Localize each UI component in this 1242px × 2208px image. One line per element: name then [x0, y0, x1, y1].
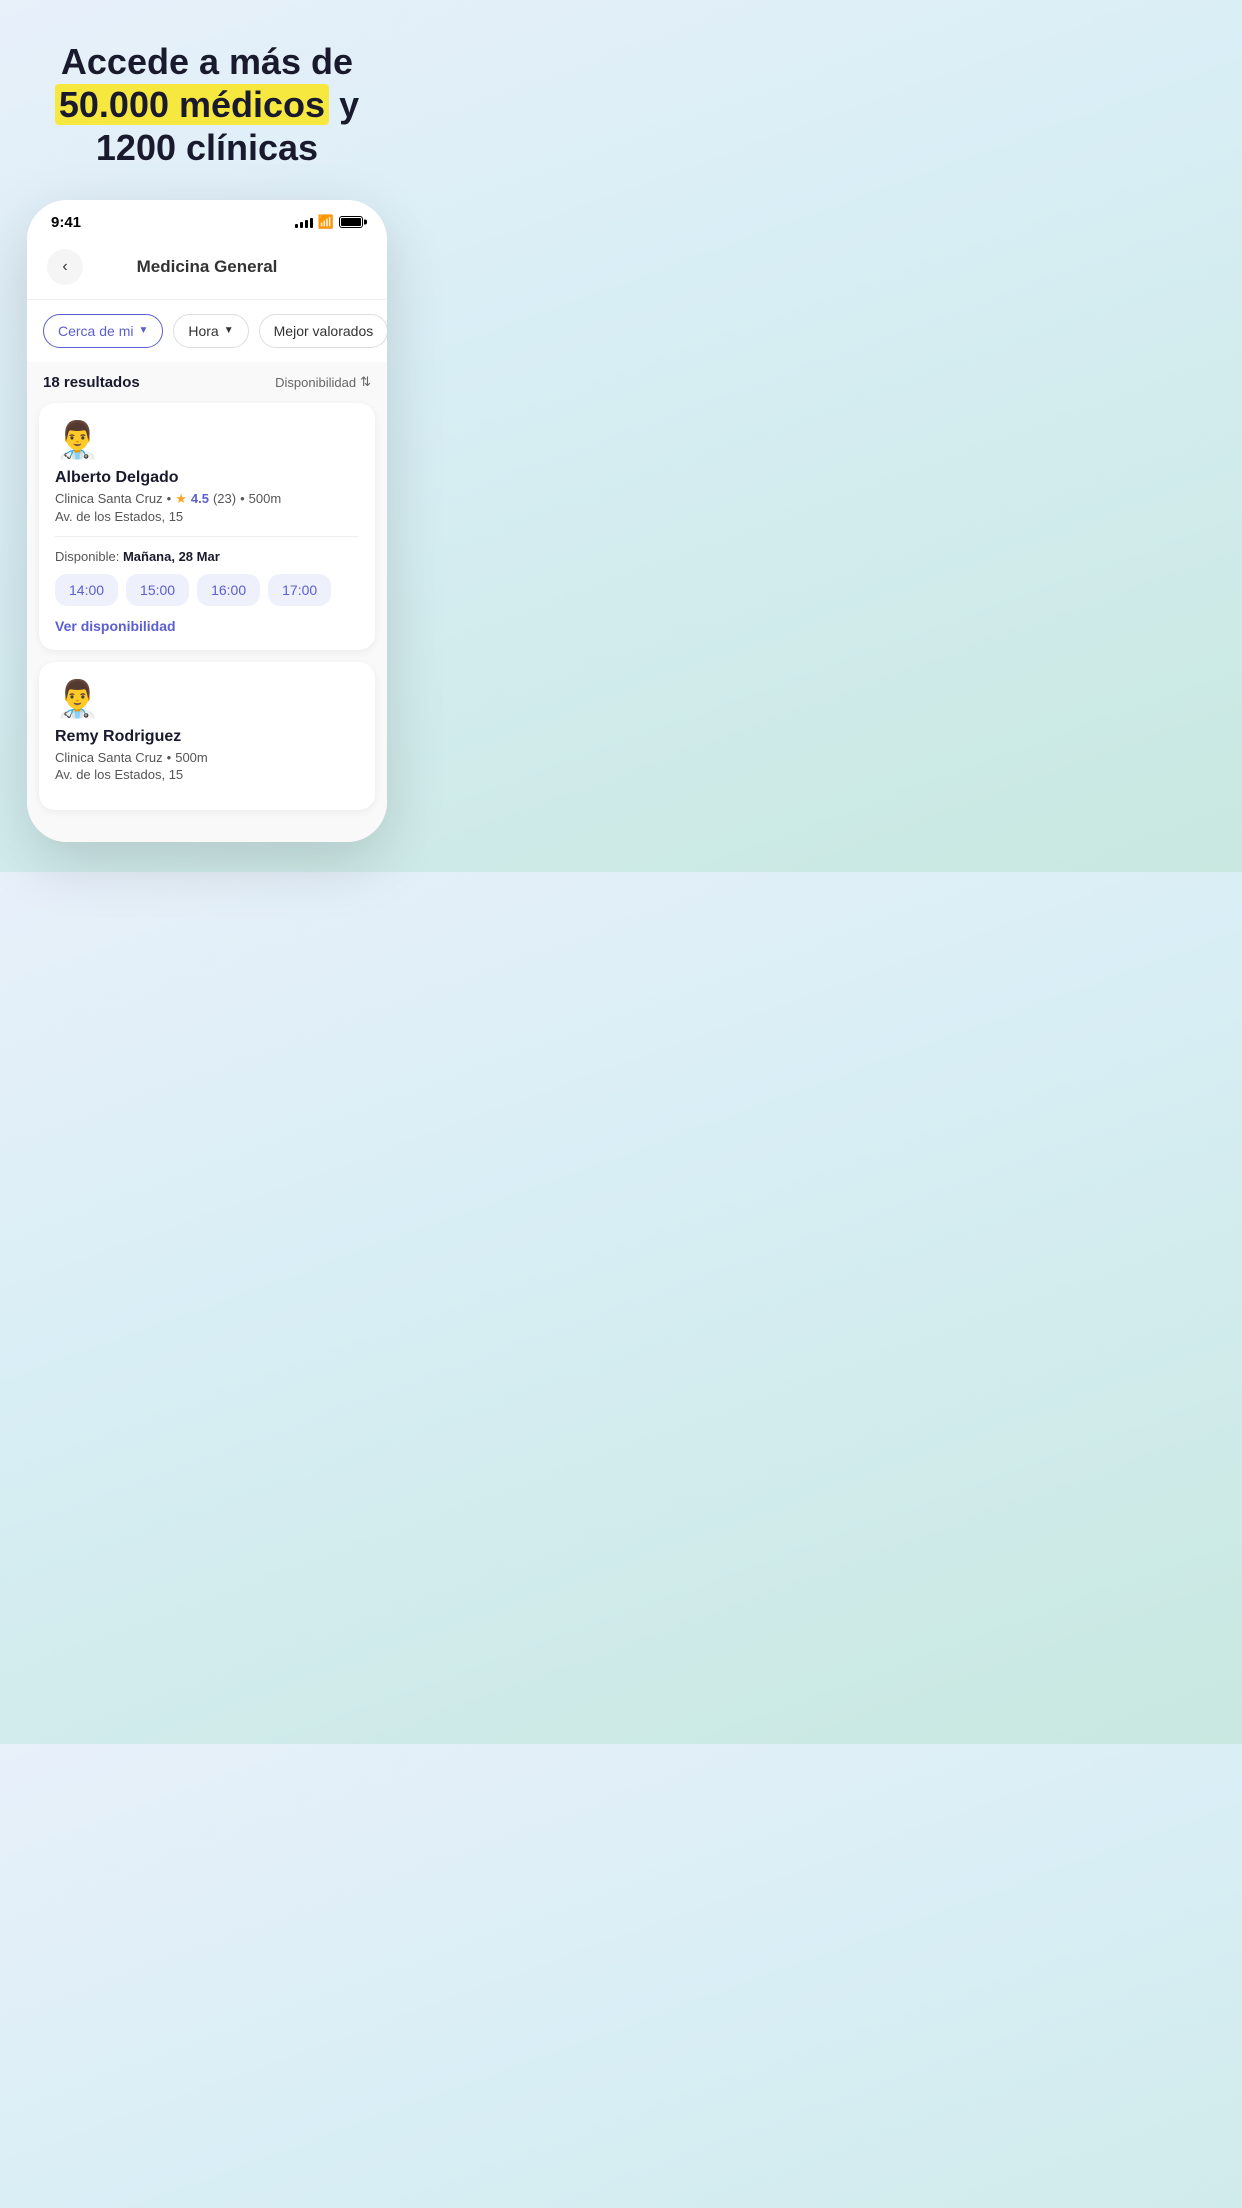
results-count: 18 resultados: [43, 374, 140, 391]
doctor-0-time-slots: 14:00 15:00 16:00 17:00: [55, 574, 359, 606]
doctor-0-disponible-date: Mañana, 28 Mar: [123, 549, 220, 564]
hero-title: Accede a más de 50.000 médicos y 1200 cl…: [20, 40, 394, 170]
doctor-0-avatar: 👨‍⚕️: [55, 419, 359, 461]
back-arrow-icon: ‹: [62, 258, 67, 276]
hero-line1: Accede a más de: [61, 41, 353, 82]
filter-mejor-valorados[interactable]: Mejor valorados: [259, 314, 387, 348]
doctor-1-meta: Clinica Santa Cruz • 500m: [55, 750, 359, 765]
filter-hora-arrow-icon: ▼: [224, 325, 234, 336]
sort-label: Disponibilidad: [275, 375, 356, 390]
doctor-1-name: Remy Rodriguez: [55, 728, 359, 746]
phone-mockup: 9:41 📶 ‹ Medicina General Cerca de mi ▼: [27, 200, 387, 842]
doctor-card-1[interactable]: 👨‍⚕️ Remy Rodriguez Clinica Santa Cruz •…: [39, 662, 375, 810]
doctor-1-address: Av. de los Estados, 15: [55, 767, 359, 782]
time-slot-1400[interactable]: 14:00: [55, 574, 118, 606]
nav-title: Medicina General: [83, 257, 331, 277]
doctor-1-avatar: 👨‍⚕️: [55, 678, 359, 720]
filter-cerca-arrow-icon: ▼: [138, 325, 148, 336]
filter-cerca-label: Cerca de mi: [58, 323, 133, 339]
doctor-0-address: Av. de los Estados, 15: [55, 509, 359, 524]
hero-highlight: 50.000 médicos: [55, 84, 329, 125]
doctor-0-clinic: Clinica Santa Cruz: [55, 491, 163, 506]
doctor-0-distance: 500m: [249, 491, 282, 506]
doctor-0-name: Alberto Delgado: [55, 469, 359, 487]
doctor-card-0[interactable]: 👨‍⚕️ Alberto Delgado Clinica Santa Cruz …: [39, 403, 375, 650]
doctor-1-distance: 500m: [175, 750, 208, 765]
cards-container: 👨‍⚕️ Alberto Delgado Clinica Santa Cruz …: [27, 399, 387, 842]
status-bar: 9:41 📶: [27, 200, 387, 239]
time-slot-1600[interactable]: 16:00: [197, 574, 260, 606]
hero-line3: 1200 clínicas: [96, 127, 318, 168]
wifi-icon: 📶: [318, 214, 334, 230]
doctor-0-meta: Clinica Santa Cruz • ★4.5 (23) • 500m: [55, 491, 359, 507]
filter-hora-label: Hora: [188, 323, 218, 339]
doctor-0-star-icon: ★: [175, 491, 187, 507]
filter-hora[interactable]: Hora ▼: [173, 314, 248, 348]
doctor-1-clinic: Clinica Santa Cruz: [55, 750, 163, 765]
status-time: 9:41: [51, 214, 81, 231]
battery-icon: [339, 216, 363, 228]
time-slot-1700[interactable]: 17:00: [268, 574, 331, 606]
back-button[interactable]: ‹: [47, 249, 83, 285]
divider: [55, 536, 359, 537]
doctor-0-reviews: (23): [213, 491, 236, 506]
results-bar: 18 resultados Disponibilidad ⇅: [27, 362, 387, 399]
time-slot-1500[interactable]: 15:00: [126, 574, 189, 606]
doctor-0-rating: 4.5: [191, 491, 209, 506]
signal-icon: [295, 216, 313, 228]
filter-cerca-de-mi[interactable]: Cerca de mi ▼: [43, 314, 163, 348]
status-icons: 📶: [295, 214, 363, 230]
hero-line2: y: [329, 84, 359, 125]
sort-icon: ⇅: [360, 374, 371, 390]
filter-mejor-label: Mejor valorados: [274, 323, 374, 339]
ver-disponibilidad-0[interactable]: Ver disponibilidad: [55, 618, 359, 634]
doctor-0-availability-label: Disponible: Mañana, 28 Mar: [55, 549, 359, 564]
nav-bar: ‹ Medicina General: [27, 239, 387, 300]
filter-bar: Cerca de mi ▼ Hora ▼ Mejor valorados: [27, 300, 387, 362]
sort-button[interactable]: Disponibilidad ⇅: [275, 374, 371, 390]
